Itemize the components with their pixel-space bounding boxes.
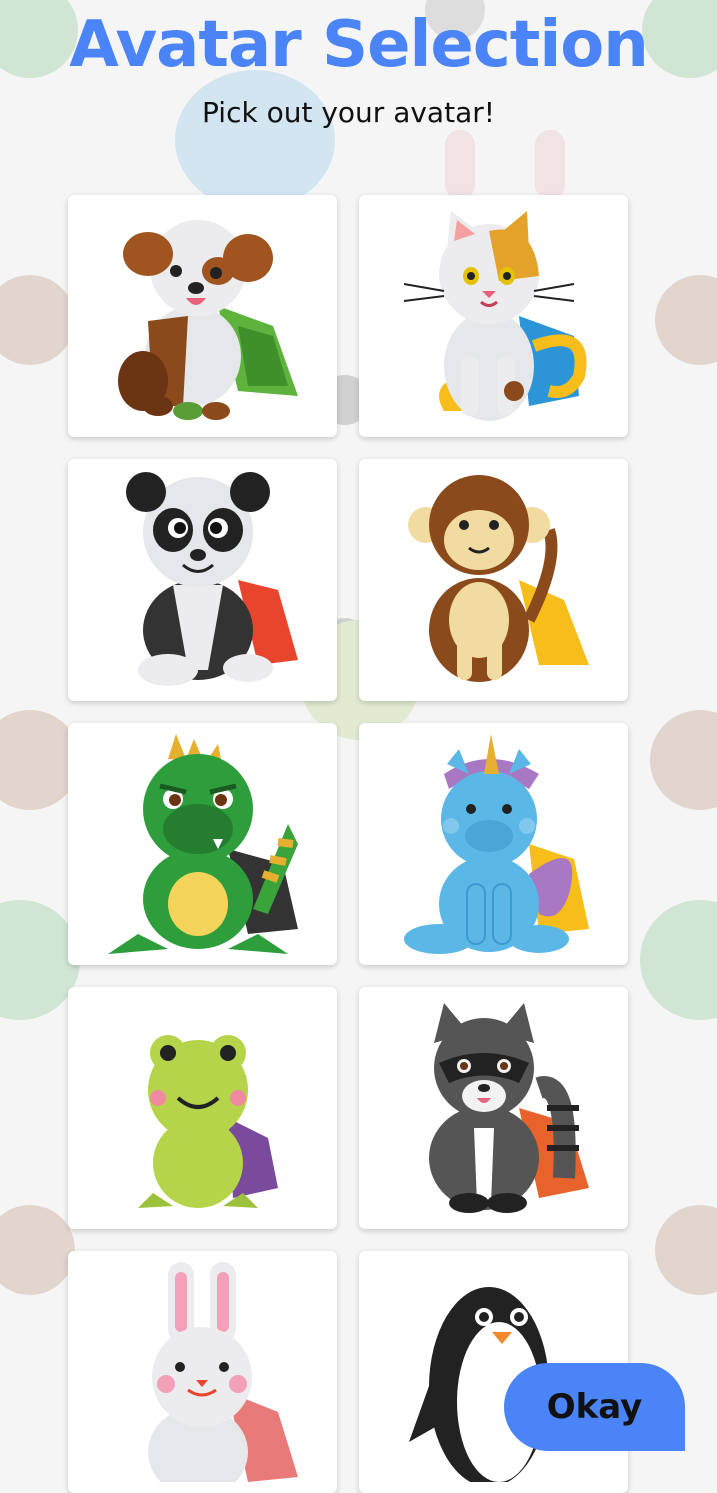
avatar-card-dog[interactable]: [68, 195, 337, 437]
raccoon-avatar-icon: [428, 1003, 589, 1213]
avatar-card-unicorn[interactable]: [359, 723, 628, 965]
dragon-avatar-icon: [107, 734, 298, 954]
avatar-card-panda[interactable]: [68, 459, 337, 701]
avatar-card-frog[interactable]: [68, 987, 337, 1229]
avatar-card-cat[interactable]: [359, 195, 628, 437]
dog-avatar-icon: [117, 220, 298, 420]
monkey-avatar-icon: [407, 475, 589, 682]
page-title: Avatar Selection: [69, 8, 649, 82]
unicorn-avatar-icon: [403, 734, 589, 954]
avatar-card-monkey[interactable]: [359, 459, 628, 701]
bunny-avatar-icon: [147, 1262, 298, 1482]
avatar-card-dragon[interactable]: [68, 723, 337, 965]
panda-avatar-icon: [125, 472, 298, 686]
avatar-card-raccoon[interactable]: [359, 987, 628, 1229]
avatar-grid: [68, 195, 628, 1493]
frog-avatar-icon: [137, 1035, 278, 1208]
okay-button[interactable]: Okay: [504, 1363, 685, 1451]
page-subtitle: Pick out your avatar!: [202, 96, 495, 129]
cat-avatar-icon: [403, 211, 586, 421]
avatar-card-bunny[interactable]: [68, 1251, 337, 1493]
